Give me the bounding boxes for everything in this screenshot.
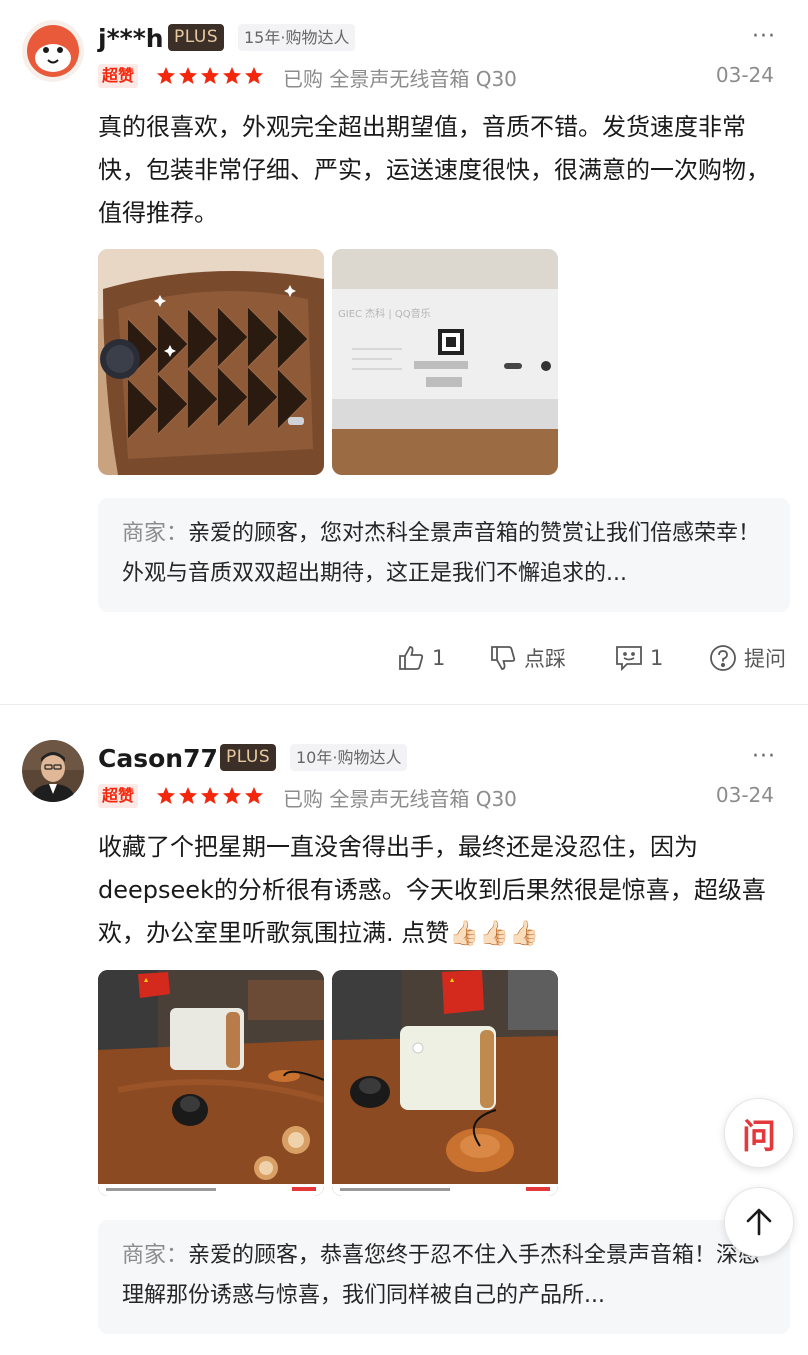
avatar[interactable] (22, 740, 84, 802)
review-photo[interactable] (98, 249, 324, 475)
comment-icon (616, 646, 642, 672)
merchant-reply: 亲爱的顾客，您对杰科全景声音箱的赞赏让我们倍感荣幸！外观与音质双双超出期待，这正… (122, 521, 761, 586)
review-actions: 1 点踩 1 提问 (0, 640, 808, 680)
ask-glyph: 问 (742, 1116, 776, 1157)
username[interactable]: j***h (98, 24, 164, 53)
review-card: j***h PLUS 15年·购物达人 ··· 超赞 已购 全景声无线音箱 Q3… (0, 0, 808, 708)
avatar[interactable] (22, 20, 84, 82)
star-icon (223, 67, 241, 84)
divider (0, 704, 808, 705)
purchased-product[interactable]: 已购 全景声无线音箱 Q30 (283, 783, 517, 812)
star-icon (223, 787, 241, 804)
back-to-top-button[interactable] (724, 1187, 794, 1257)
ask-question-float-button[interactable]: 问 (724, 1098, 794, 1168)
like-button[interactable]: 1 (396, 640, 445, 676)
review-text: 收藏了个把星期一直没舍得出手，最终还是没忍住，因为deepseek的分析很有诱惑… (98, 833, 766, 947)
ask-label: 提问 (744, 647, 786, 671)
star-icon (179, 787, 197, 804)
more-options-icon[interactable]: ··· (752, 24, 776, 49)
review-card: Cason77 PLUS 10年·购物达人 ··· 超赞 已购 全景声无线音箱 … (0, 708, 808, 1355)
review-photo[interactable] (98, 970, 324, 1196)
question-icon (710, 645, 736, 671)
dislike-label: 点踩 (524, 647, 566, 671)
thumbs-up-icon (399, 646, 424, 670)
username[interactable]: Cason77 (98, 744, 218, 773)
comment-count: 1 (650, 646, 664, 670)
review-text: 真的很喜欢，外观完全超出期望值，音质不错。发货速度非常快，包装非常仔细、严实，运… (98, 113, 770, 227)
review-date: 03-24 (715, 63, 774, 87)
like-count: 1 (432, 646, 446, 670)
merchant-reply-text: 商家：亲爱的顾客，您对杰科全景声音箱的赞赏让我们倍感荣幸！外观与音质双双超出期待… (122, 514, 766, 594)
arrow-up-icon (746, 1208, 772, 1236)
merchant-reply: 亲爱的顾客，恭喜您终于忍不住入手杰科全景声音箱！深感理解那份诱惑与惊喜，我们同样… (122, 1243, 761, 1308)
dislike-button[interactable]: 点踩 (488, 640, 566, 676)
star-icon (245, 787, 263, 804)
merchant-label: 商家： (122, 521, 189, 546)
comment-button[interactable]: 1 (614, 640, 663, 676)
merchant-label: 商家： (122, 1243, 189, 1268)
merchant-reply-box[interactable]: 商家：亲爱的顾客，您对杰科全景声音箱的赞赏让我们倍感荣幸！外观与音质双双超出期待… (98, 498, 790, 612)
ask-question-button[interactable]: 提问 (708, 640, 786, 676)
star-icon (201, 787, 219, 804)
super-praise-badge: 超赞 (98, 784, 139, 808)
purchased-product[interactable]: 已购 全景声无线音箱 Q30 (283, 63, 517, 92)
svg-text:GIEC 杰科 | QQ音乐: GIEC 杰科 | QQ音乐 (338, 307, 431, 320)
star-rating (156, 66, 264, 86)
more-options-icon[interactable]: ··· (752, 744, 776, 769)
thumbs-down-icon (491, 646, 516, 670)
merchant-reply-text: 商家：亲爱的顾客，恭喜您终于忍不住入手杰科全景声音箱！深感理解那份诱惑与惊喜，我… (122, 1236, 766, 1316)
merchant-reply-box[interactable]: 商家：亲爱的顾客，恭喜您终于忍不住入手杰科全景声音箱！深感理解那份诱惑与惊喜，我… (98, 1220, 790, 1334)
member-years-tag: 10年·购物达人 (290, 744, 408, 771)
star-icon (245, 67, 263, 84)
star-icon (201, 67, 219, 84)
star-icon (157, 787, 175, 804)
review-photo[interactable]: GIEC 杰科 | QQ音乐 (332, 249, 558, 475)
review-date: 03-24 (715, 783, 774, 807)
review-photo[interactable] (332, 970, 558, 1196)
plus-badge: PLUS (220, 744, 277, 771)
member-years-tag: 15年·购物达人 (238, 24, 356, 51)
star-icon (157, 67, 175, 84)
super-praise-badge: 超赞 (98, 64, 139, 88)
star-rating (156, 786, 264, 806)
star-icon (179, 67, 197, 84)
plus-badge: PLUS (168, 24, 225, 51)
